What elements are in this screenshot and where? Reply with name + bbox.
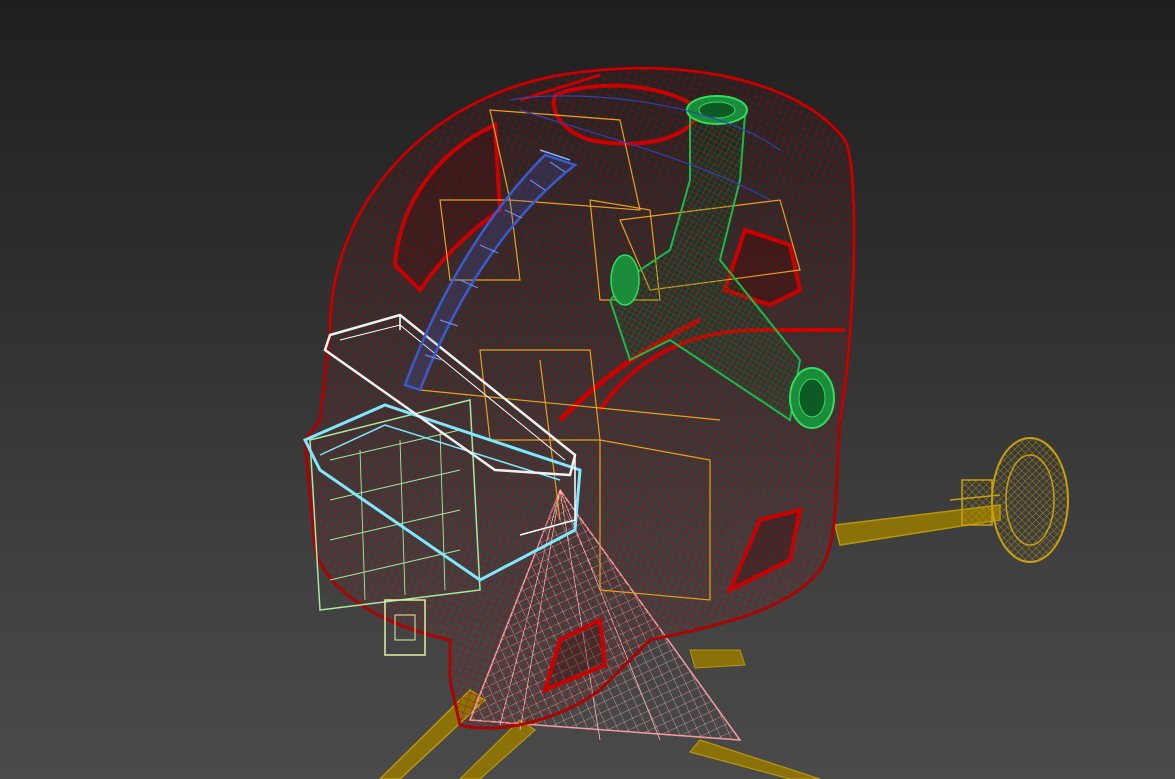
adjustment-knob[interactable] [949, 437, 1069, 563]
3d-viewport[interactable] [0, 0, 1175, 779]
wireframe-scene [302, 66, 1069, 779]
